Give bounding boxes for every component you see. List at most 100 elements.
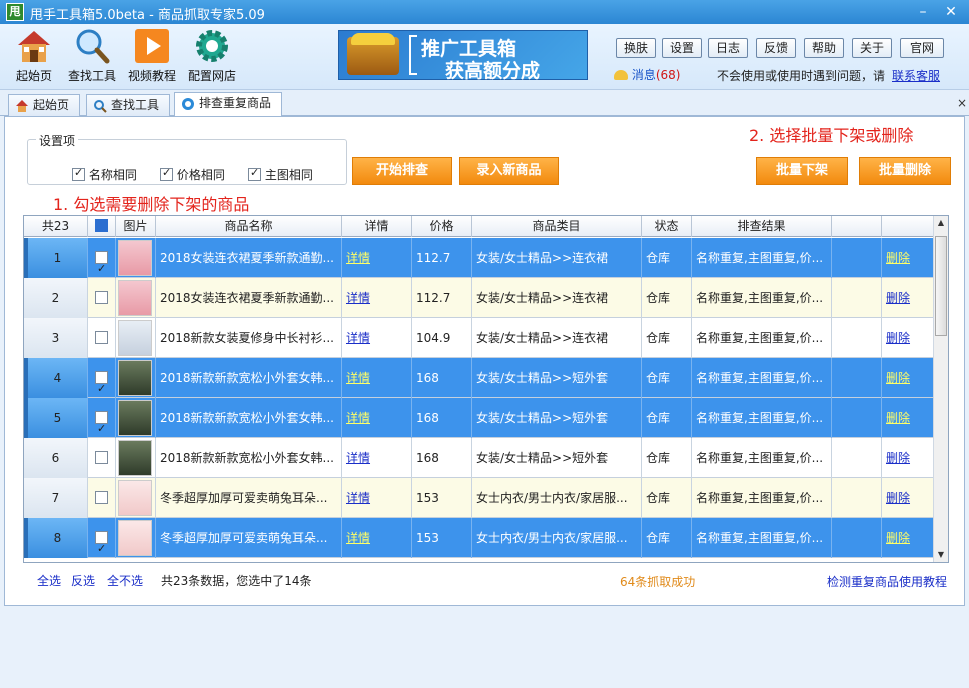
tutorial-link[interactable]: 检测重复商品使用教程	[827, 573, 947, 590]
row-name: 冬季超厚加厚可爱卖萌兔耳朵...	[156, 518, 342, 558]
option-same-price[interactable]: 价格相同	[160, 166, 225, 183]
table-row[interactable]: 8 冬季超厚加厚可爱卖萌兔耳朵... 详情 153女士内衣/男士内衣/家居服...仓库…	[24, 518, 934, 558]
row-result: 名称重复,主图重复,价...	[692, 438, 832, 478]
product-thumbnail[interactable]	[118, 280, 152, 316]
row-action: 删除	[882, 398, 934, 438]
about-button[interactable]: 关于	[852, 38, 892, 58]
delete-link[interactable]: 删除	[886, 411, 910, 425]
promo-banner[interactable]: 推广工具箱 获高额分成	[338, 30, 588, 82]
table-row[interactable]: 5 2018新款新款宽松小外套女韩... 详情 168女装/女士精品>>短外套仓库名称…	[24, 398, 934, 438]
row-number: 3	[24, 318, 88, 358]
row-checkbox[interactable]	[95, 249, 108, 278]
batch-delete-button[interactable]: 批量删除	[859, 157, 951, 185]
delete-link[interactable]: 删除	[886, 331, 910, 345]
row-image-cell	[116, 518, 156, 558]
tool-video[interactable]: 视频教程	[122, 28, 182, 84]
row-checkbox[interactable]	[95, 409, 108, 438]
tool-video-label: 视频教程	[127, 69, 176, 83]
detail-link[interactable]: 详情	[346, 331, 370, 345]
minimize-button[interactable]: –	[912, 2, 934, 22]
row-checkbox[interactable]	[95, 451, 108, 464]
table-row[interactable]: 1 2018女装连衣裙夏季新款通勤... 详情 112.7女装/女士精品>>连衣裙仓库…	[24, 238, 934, 278]
table-row[interactable]: 6 2018新款新款宽松小外套女韩... 详情 168 女装/女士精品>>短外套 仓库 名称…	[24, 438, 934, 478]
grid-scrollbar[interactable]: ▲ ▼	[933, 216, 948, 562]
scroll-up-icon[interactable]: ▲	[936, 218, 946, 227]
product-thumbnail[interactable]	[118, 440, 152, 476]
table-row[interactable]: 3 2018新款女装夏修身中长衬衫... 详情 104.9 女装/女士精品>>连衣裙 仓库…	[24, 318, 934, 358]
tool-home[interactable]: 起始页	[4, 28, 64, 84]
option-same-name[interactable]: 名称相同	[72, 166, 137, 183]
delete-link[interactable]: 删除	[886, 491, 910, 505]
row-category: 女装/女士精品>>连衣裙	[472, 278, 642, 318]
tab-close-icon[interactable]: ×	[957, 96, 967, 110]
row-category: 女装/女士精品>>短外套	[472, 358, 642, 398]
header-category: 商品类目	[472, 216, 642, 237]
help-button[interactable]: 帮助	[804, 38, 844, 58]
detail-link[interactable]: 详情	[346, 291, 370, 305]
row-checkbox[interactable]	[95, 331, 108, 344]
row-result: 名称重复,主图重复,价...	[692, 478, 832, 518]
same-name-checkbox[interactable]	[72, 166, 85, 181]
skin-button[interactable]: 换肤	[616, 38, 656, 58]
select-all-link[interactable]: 全选	[37, 572, 61, 589]
selection-summary: 共23条数据，您选中了14条	[161, 574, 312, 588]
detail-link[interactable]: 详情	[346, 451, 370, 465]
play-icon	[134, 28, 170, 64]
header-select-all[interactable]	[88, 216, 116, 237]
row-name: 2018新款女装夏修身中长衬衫...	[156, 318, 342, 358]
same-price-checkbox[interactable]	[160, 166, 173, 181]
row-checkbox[interactable]	[95, 291, 108, 304]
delete-link[interactable]: 删除	[886, 371, 910, 385]
header-checkbox[interactable]	[95, 219, 108, 232]
row-checkbox[interactable]	[95, 491, 108, 504]
detail-link[interactable]: 详情	[346, 411, 370, 425]
delete-link[interactable]: 删除	[886, 451, 910, 465]
row-detail: 详情	[342, 398, 412, 438]
start-check-button[interactable]: 开始排查	[352, 157, 452, 185]
contact-support-link[interactable]: 联系客服	[892, 67, 940, 84]
feedback-button[interactable]: 反馈	[756, 38, 796, 58]
table-row[interactable]: 4 2018新款新款宽松小外套女韩... 详情 168女装/女士精品>>短外套仓库名称…	[24, 358, 934, 398]
table-row[interactable]: 2 2018女装连衣裙夏季新款通勤... 详情 112.7 女装/女士精品>>连衣裙 仓库…	[24, 278, 934, 318]
add-new-product-button[interactable]: 录入新商品	[459, 157, 559, 185]
tab-search-tools[interactable]: 查找工具	[86, 94, 170, 116]
product-thumbnail[interactable]	[118, 360, 152, 396]
settings-button[interactable]: 设置	[662, 38, 702, 58]
detail-link[interactable]: 详情	[346, 531, 370, 545]
tool-config-shop[interactable]: 配置网店	[182, 28, 242, 84]
table-row[interactable]: 7 冬季超厚加厚可爱卖萌兔耳朵... 详情 153 女士内衣/男士内衣/家居服... 仓库…	[24, 478, 934, 518]
tab-duplicate-check[interactable]: 排查重复商品	[174, 92, 282, 117]
detail-link[interactable]: 详情	[346, 491, 370, 505]
product-thumbnail[interactable]	[118, 400, 152, 436]
product-thumbnail[interactable]	[118, 240, 152, 276]
delete-link[interactable]: 删除	[886, 251, 910, 265]
delete-link[interactable]: 删除	[886, 291, 910, 305]
batch-offshelf-button[interactable]: 批量下架	[756, 157, 848, 185]
product-thumbnail[interactable]	[118, 520, 152, 556]
option-same-image[interactable]: 主图相同	[248, 166, 313, 183]
row-result: 名称重复,主图重复,价...	[692, 518, 832, 558]
row-checkbox[interactable]	[95, 529, 108, 558]
message-icon	[614, 70, 628, 80]
scroll-thumb[interactable]	[935, 236, 947, 336]
tool-search[interactable]: 查找工具	[62, 28, 122, 84]
log-button[interactable]: 日志	[708, 38, 748, 58]
detail-link[interactable]: 详情	[346, 251, 370, 265]
select-none-link[interactable]: 全不选	[107, 572, 143, 589]
message-indicator[interactable]: 消息(68)	[614, 66, 680, 83]
row-checkbox[interactable]	[95, 369, 108, 398]
row-price: 112.7	[412, 238, 472, 278]
same-price-label: 价格相同	[176, 168, 225, 182]
detail-link[interactable]: 详情	[346, 371, 370, 385]
promo-line2: 获高额分成	[445, 60, 541, 82]
product-thumbnail[interactable]	[118, 320, 152, 356]
same-image-checkbox[interactable]	[248, 166, 261, 181]
header-action	[882, 216, 934, 237]
delete-link[interactable]: 删除	[886, 531, 910, 545]
close-button[interactable]: ✕	[940, 2, 962, 22]
product-thumbnail[interactable]	[118, 480, 152, 516]
tab-home[interactable]: 起始页	[8, 94, 80, 116]
scroll-down-icon[interactable]: ▼	[936, 550, 946, 559]
website-button[interactable]: 官网	[900, 38, 944, 58]
invert-selection-link[interactable]: 反选	[71, 572, 95, 589]
